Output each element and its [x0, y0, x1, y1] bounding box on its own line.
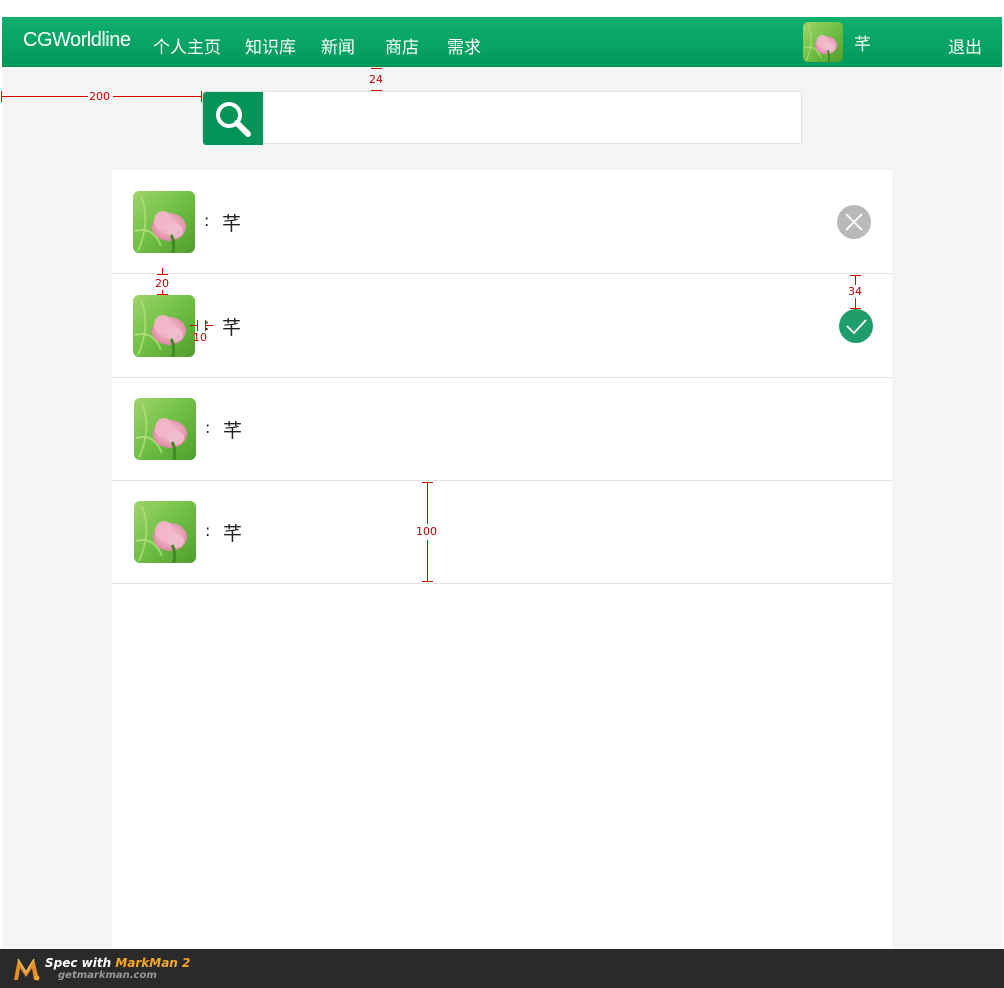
spec-tick — [371, 90, 382, 91]
list-item: : 芊 — [112, 377, 892, 481]
spec-line — [427, 540, 428, 582]
spec-tick — [1, 91, 2, 102]
avatar[interactable] — [134, 398, 196, 460]
spec-tick — [157, 274, 168, 275]
row-separator: : — [205, 418, 211, 437]
row-separator: : — [204, 211, 210, 230]
spec-line — [855, 275, 856, 285]
nav-item-knowledge-base[interactable]: 知识库 — [245, 33, 296, 58]
row-username[interactable]: 芊 — [223, 416, 242, 443]
spec-label-left-margin: 200 — [89, 90, 110, 103]
spec-label-search-gap: 24 — [369, 73, 383, 86]
spec-label-row-height: 100 — [416, 525, 437, 538]
avatar[interactable] — [134, 501, 196, 563]
spec-tick — [157, 294, 168, 295]
spec-tick — [422, 581, 433, 582]
logout-button[interactable]: 退出 — [948, 33, 982, 58]
spec-tick — [201, 91, 202, 102]
nav-item-profile[interactable]: 个人主页 — [153, 33, 221, 58]
list-item: : 芊 — [112, 170, 892, 274]
list-item: : 芊 — [112, 274, 892, 378]
row-username[interactable]: 芊 — [223, 519, 242, 546]
nav-item-news[interactable]: 新闻 — [321, 33, 355, 58]
row-separator: : — [205, 521, 211, 540]
search-input[interactable] — [267, 98, 795, 138]
spec-tick — [850, 308, 861, 309]
spec-label-action-gap: 34 — [848, 285, 862, 298]
reject-button[interactable] — [837, 205, 871, 239]
user-avatar[interactable] — [803, 22, 843, 62]
spec-line — [113, 96, 201, 97]
spec-line — [427, 482, 428, 524]
search-button[interactable] — [203, 92, 263, 145]
spec-line — [855, 298, 856, 308]
request-list-panel: : 芊 : 芊 : 芊 : 芊 — [112, 170, 892, 949]
spec-line — [2, 96, 88, 97]
markman-logo-icon — [14, 958, 40, 981]
row-username[interactable]: 芊 — [222, 313, 241, 340]
row-username[interactable]: 芊 — [222, 209, 241, 236]
footer-title: Spec with MarkMan 2 — [45, 956, 191, 970]
user-name[interactable]: 芊 — [854, 30, 871, 55]
accept-button[interactable] — [839, 309, 873, 343]
spec-line — [205, 325, 213, 326]
check-icon — [846, 319, 867, 335]
top-navbar: CGWorldline 个人主页 知识库 新闻 商店 需求 芊 退出 — [2, 17, 1002, 67]
spec-tick — [371, 68, 382, 69]
spec-label-name-gap: 10 — [193, 331, 207, 344]
spec-tick — [197, 320, 198, 331]
search-icon — [216, 101, 251, 137]
brand-logo[interactable]: CGWorldline — [23, 29, 131, 52]
search-bar — [202, 91, 802, 145]
close-icon — [845, 213, 863, 231]
spec-label-avatar-gap: 20 — [155, 277, 169, 290]
list-item: : 芊 — [112, 480, 892, 584]
markman-footer: Spec with MarkMan 2 getmarkman.com — [0, 949, 1004, 988]
avatar[interactable] — [133, 295, 195, 357]
footer-url: getmarkman.com — [58, 970, 157, 981]
spec-tick — [205, 320, 206, 331]
nav-item-demand[interactable]: 需求 — [447, 33, 481, 58]
nav-item-store[interactable]: 商店 — [385, 33, 419, 58]
avatar[interactable] — [133, 191, 195, 253]
